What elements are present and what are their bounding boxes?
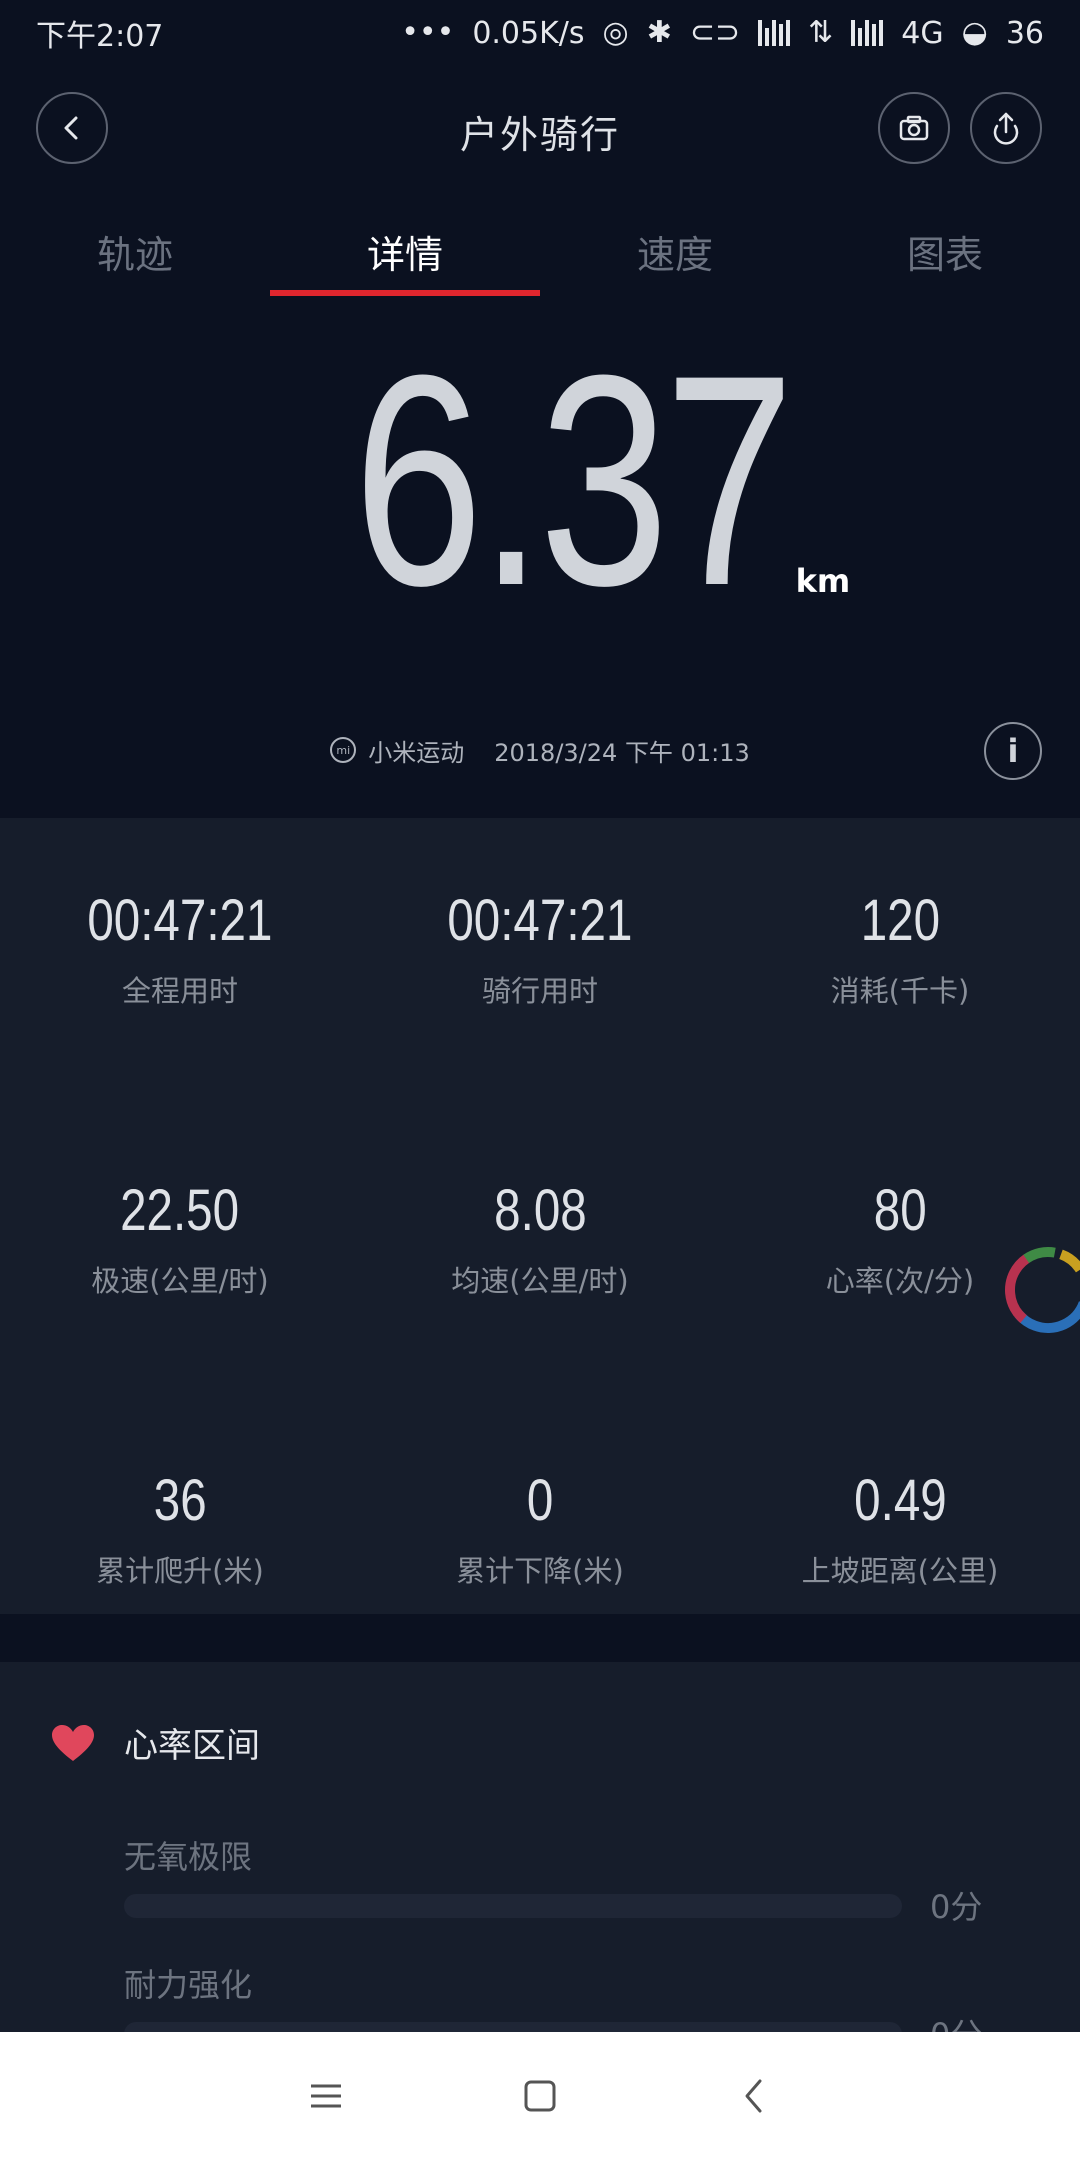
stat-value: 00:47:21 (87, 888, 273, 953)
stat-uphill-distance: 0.49 上坡距离(公里) (720, 1468, 1080, 1590)
zone-anaerobic: 无氧极限 0分 (124, 1832, 984, 1926)
heart-rate-zone-header: 心率区间 (50, 1718, 260, 1767)
stat-value: 00:47:21 (447, 888, 633, 953)
menu-icon (311, 2084, 341, 2108)
battery-drop-icon: ◒ (961, 15, 988, 50)
source-line: mi 小米运动 2018/3/24 下午 01:13 (0, 730, 1080, 770)
stat-avg-speed: 8.08 均速(公里/时) (360, 1178, 720, 1300)
share-button[interactable] (970, 92, 1042, 164)
distance-unit: km (795, 562, 851, 600)
zone-name: 耐力强化 (124, 1966, 253, 2004)
network-type: 4G (901, 15, 944, 51)
nav-back-icon (745, 2079, 762, 2113)
tab-chart[interactable]: 图表 (810, 206, 1080, 296)
home-button[interactable] (518, 2074, 562, 2118)
bluetooth-icon: ✱ (646, 15, 672, 50)
stat-label: 消耗(千卡) (830, 974, 970, 1008)
distance-value: 6.37 (352, 312, 794, 648)
info-button[interactable]: i (984, 722, 1042, 780)
network-speed: 0.05K/s (472, 15, 585, 51)
stats-grid: 00:47:21 全程用时 00:47:21 骑行用时 120 消耗(千卡) 2… (0, 888, 1080, 1590)
stat-riding-time: 00:47:21 骑行用时 (360, 888, 720, 1010)
tab-bar: 轨迹 详情 速度 图表 (0, 206, 1080, 296)
system-nav-bar (0, 2032, 1080, 2160)
hotspot-icon: ◎ (602, 15, 629, 50)
status-icons: ••• 0.05K/s ◎ ✱ ⊂⊃ ⇅ 4G ◒ 36 (401, 16, 1044, 51)
zone-time: 0分 (930, 1888, 983, 1926)
loading-ring-icon[interactable] (998, 1240, 1080, 1340)
workout-datetime: 2018/3/24 下午 01:13 (494, 738, 750, 767)
zone-name: 无氧极限 (124, 1838, 253, 1876)
stat-calories: 120 消耗(千卡) (720, 888, 1080, 1010)
nav-back-button[interactable] (732, 2074, 776, 2118)
mi-logo-icon: mi (330, 737, 357, 763)
menu-button[interactable] (304, 2074, 348, 2118)
heart-rate-zone-section: 心率区间 无氧极限 0分 耐力强化 0分 (0, 1662, 1080, 2054)
stat-max-speed: 22.50 极速(公里/时) (0, 1178, 360, 1300)
stat-value: 36 (153, 1468, 207, 1533)
tab-details[interactable]: 详情 (270, 206, 540, 296)
tab-track[interactable]: 轨迹 (0, 206, 270, 296)
stat-value: 8.08 (493, 1178, 587, 1243)
share-icon (993, 112, 1019, 145)
source-app: 小米运动 (368, 738, 465, 767)
stat-value: 120 (860, 888, 940, 953)
data-transfer-icon: ⇅ (808, 15, 834, 50)
stat-total-time: 00:47:21 全程用时 (0, 888, 360, 1010)
tab-speed[interactable]: 速度 (540, 206, 810, 296)
stat-value: 22.50 (120, 1178, 240, 1243)
stat-label: 累计下降(米) (456, 1554, 624, 1588)
stat-total-descent: 0 累计下降(米) (360, 1468, 720, 1590)
stat-label: 全程用时 (121, 974, 238, 1008)
stat-value: 0.49 (853, 1468, 947, 1533)
zone-bar (124, 1894, 902, 1918)
app-root: 下午2:07 ••• 0.05K/s ◎ ✱ ⊂⊃ ⇅ 4G ◒ 36 户外骑行 (0, 0, 1080, 2160)
stat-label: 均速(公里/时) (451, 1264, 629, 1298)
heart-rate-zone-title: 心率区间 (124, 1726, 260, 1766)
status-time: 下午2:07 (36, 19, 164, 54)
home-icon (524, 2080, 556, 2112)
status-bar: 下午2:07 ••• 0.05K/s ◎ ✱ ⊂⊃ ⇅ 4G ◒ 36 (0, 0, 1080, 66)
signal-icon-2 (851, 20, 884, 46)
battery-level: 36 (1005, 15, 1044, 51)
stats-panel: 00:47:21 全程用时 00:47:21 骑行用时 120 消耗(千卡) 2… (0, 818, 1080, 1614)
stat-total-ascent: 36 累计爬升(米) (0, 1468, 360, 1590)
toggle-icon: ⊂⊃ (689, 15, 741, 50)
stat-label: 极速(公里/时) (91, 1264, 269, 1298)
stat-label: 上坡距离(公里) (801, 1554, 999, 1588)
info-icon: i (1007, 732, 1019, 770)
signal-icon (758, 20, 791, 46)
distance-display: 6.37 km (0, 330, 1080, 630)
more-dots-icon: ••• (401, 15, 455, 50)
stat-value: 0 (526, 1468, 554, 1533)
heart-icon (52, 1724, 94, 1761)
stat-label: 骑行用时 (481, 974, 598, 1008)
camera-icon (899, 115, 929, 141)
stat-label: 累计爬升(米) (96, 1554, 264, 1588)
header: 户外骑行 (0, 86, 1080, 170)
camera-button[interactable] (878, 92, 950, 164)
stat-value: 80 (873, 1178, 927, 1243)
